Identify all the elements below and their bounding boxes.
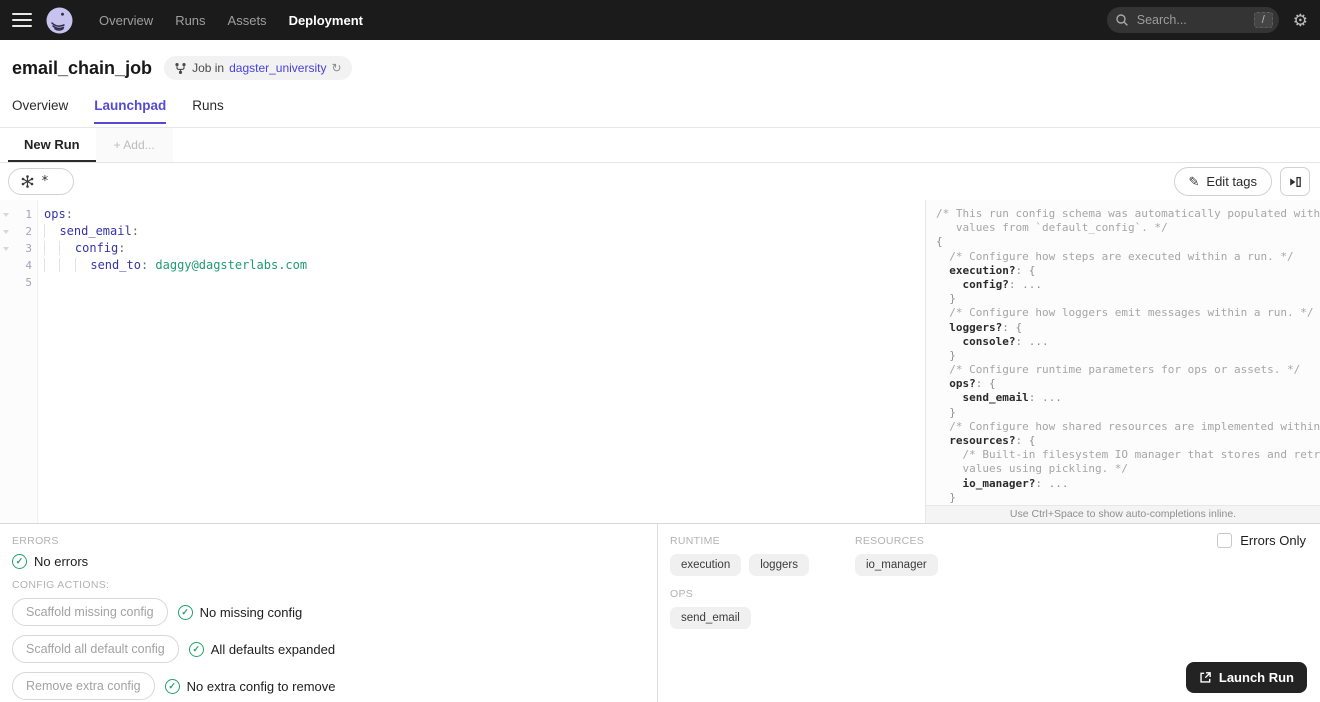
scaffold-missing-config-button[interactable]: Scaffold missing config [12,598,168,626]
edit-tags-label: Edit tags [1206,174,1257,189]
add-session-tab-button[interactable]: + Add... [95,128,173,162]
slash-shortcut-key: / [1253,12,1273,28]
search-input[interactable]: Search... / [1106,7,1279,33]
job-location-badge: Job in dagster_university [164,56,352,80]
line-numbers: 12345 [25,208,32,289]
resources-label: RESOURCES [854,535,925,547]
nav-runs[interactable]: Runs [175,13,205,28]
fold-marker-icon[interactable] [3,206,9,223]
pencil-icon [1189,174,1200,190]
fold-gutter [0,206,12,523]
launchpad-bottom-panel: ERRORS No errors CONFIG ACTIONS: Scaffol… [0,523,1320,702]
no-errors-status: No errors [34,554,89,569]
ops-group: OPS send_email [670,588,1308,629]
launch-run-label: Launch Run [1218,670,1294,685]
search-placeholder: Search... [1136,13,1187,27]
check-circle-icon [12,554,27,569]
config-schema-panel: /* This run config schema was automatica… [925,200,1320,523]
extra-config-status: No extra config to remove [186,678,336,694]
launch-run-button[interactable]: Launch Run [1185,662,1307,693]
tab-runs[interactable]: Runs [192,98,224,124]
dagster-logo[interactable] [46,7,73,34]
tag-io-manager[interactable]: io_manager [854,554,938,576]
nav-deployment[interactable]: Deployment [289,13,363,28]
expand-pane-icon [1290,176,1301,187]
tag-execution[interactable]: execution [670,554,742,576]
check-circle-icon [164,678,180,694]
top-navigation-bar: Overview Runs Assets Deployment Search..… [0,0,1320,40]
editor-gutter: 12345 [0,200,38,523]
nav-assets[interactable]: Assets [228,13,267,28]
expand-right-pane-button[interactable] [1280,167,1310,196]
remove-extra-config-button[interactable]: Remove extra config [12,672,155,700]
fold-marker-icon[interactable] [3,223,9,240]
runtime-group: RUNTIME execution loggers [670,535,809,576]
session-tab-new-run[interactable]: New Run [8,128,96,162]
yaml-editor-textarea[interactable]: ops: send_email: config: send_to: daggy@… [38,200,925,523]
missing-config-status: No missing config [199,604,303,620]
errors-and-actions-panel: ERRORS No errors CONFIG ACTIONS: Scaffol… [0,524,658,702]
tag-loggers[interactable]: loggers [749,554,809,576]
errors-only-checkbox[interactable] [1217,533,1233,548]
op-graph-icon [21,175,34,188]
check-circle-icon [177,604,193,620]
fold-marker-icon[interactable] [3,240,9,257]
tab-launchpad[interactable]: Launchpad [94,98,167,124]
op-selector-input[interactable]: * [8,168,74,195]
check-circle-icon [188,641,204,657]
launchpad-main: 12345 ops: send_email: config: send_to: … [0,200,1320,523]
badge-prefix: Job in [192,61,225,75]
search-icon [1116,14,1128,26]
launch-icon [1200,672,1211,683]
defaults-expanded-status: All defaults expanded [210,641,336,657]
launchpad-toolbar: * Edit tags [0,163,1320,200]
job-header: email_chain_job Job in dagster_universit… [0,40,1320,128]
session-tab-strip: New Run + Add... [0,128,1320,163]
ops-label: OPS [670,588,694,600]
page-title: email_chain_job [12,57,153,78]
scaffold-all-default-config-button[interactable]: Scaffold all default config [12,635,179,663]
config-editor: 12345 ops: send_email: config: send_to: … [0,200,925,523]
refresh-icon[interactable] [331,62,341,74]
resources-group: RESOURCES io_manager [854,535,938,576]
errors-label: ERRORS [12,535,59,547]
tag-summary-panel: RUNTIME execution loggers RESOURCES io_m… [658,524,1320,702]
config-schema-text[interactable]: /* This run config schema was automatica… [926,200,1320,505]
gear-icon[interactable] [1293,12,1308,29]
op-selector-value: * [41,174,49,189]
runtime-label: RUNTIME [670,535,720,547]
fork-icon [175,62,186,74]
nav-overview[interactable]: Overview [99,13,153,28]
tag-send-email[interactable]: send_email [670,607,751,629]
code-location-link[interactable]: dagster_university [229,61,326,75]
autocomplete-hint: Use Ctrl+Space to show auto-completions … [926,505,1320,523]
hamburger-menu-icon[interactable] [12,13,32,27]
page-tabs: Overview Launchpad Runs [0,80,1320,124]
errors-only-label: Errors Only [1240,533,1306,548]
edit-tags-button[interactable]: Edit tags [1173,167,1272,196]
tab-overview[interactable]: Overview [12,98,68,124]
config-actions-label: CONFIG ACTIONS: [12,579,110,591]
